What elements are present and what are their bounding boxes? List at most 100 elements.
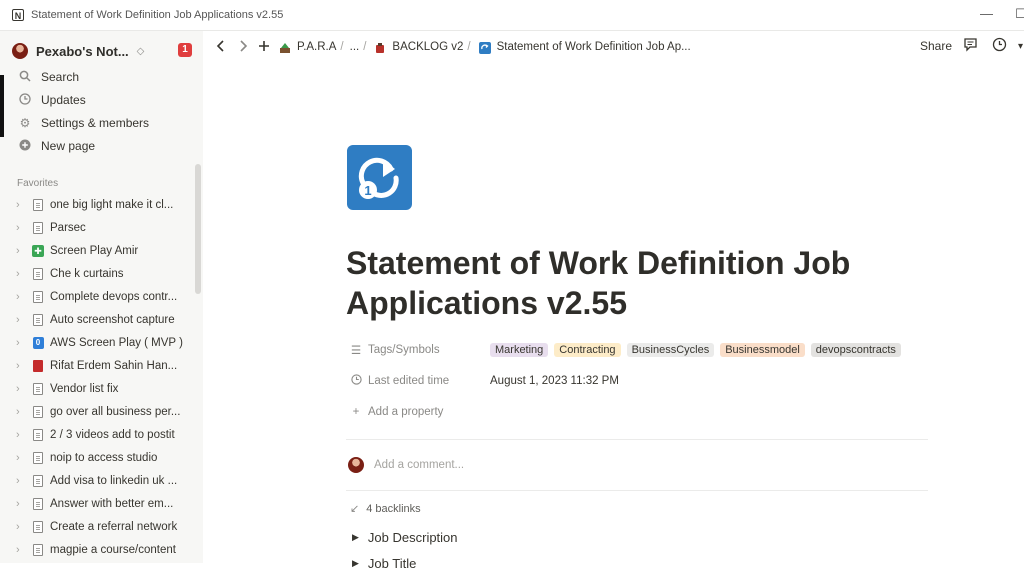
breadcrumb-separator: / [363, 41, 367, 53]
comment-placeholder[interactable]: Add a comment... [374, 459, 464, 471]
chevron-right-icon[interactable]: › [16, 383, 26, 395]
sidebar-favorite-item[interactable]: › Che k curtains [16, 263, 191, 285]
toggle-triangle-icon[interactable]: ▶ [352, 532, 359, 543]
property-name: ☰ Tags/Symbols [350, 343, 490, 357]
toggle-triangle-icon[interactable]: ▶ [352, 558, 359, 569]
comments-icon[interactable] [963, 37, 978, 55]
forward-icon[interactable] [238, 39, 248, 56]
chevron-right-icon[interactable]: › [16, 245, 26, 257]
background-window-edge [0, 75, 4, 137]
sidebar-scrollbar[interactable] [195, 164, 201, 294]
sidebar-favorite-label: noip to access studio [50, 452, 158, 464]
more-chevron-icon[interactable]: ▾ [1018, 41, 1023, 52]
add-page-icon[interactable] [258, 39, 270, 56]
sidebar-favorite-item[interactable]: › Vendor list fix [16, 378, 191, 400]
sidebar-item-settings[interactable]: ⚙ Settings & members [18, 112, 149, 134]
chevron-right-icon[interactable]: › [16, 337, 26, 349]
chevron-right-icon[interactable]: › [16, 406, 26, 418]
chevron-right-icon[interactable]: › [16, 498, 26, 510]
plus-icon: + [352, 406, 360, 418]
chevron-right-icon[interactable]: › [16, 268, 26, 280]
book-icon [31, 359, 45, 373]
screenplay-icon: ✚ [31, 244, 45, 258]
sidebar-favorite-label: Vendor list fix [50, 383, 119, 395]
sidebar-favorite-item[interactable]: › Auto screenshot capture [16, 309, 191, 331]
sidebar-favorite-item[interactable]: › Answer with better em... [16, 493, 191, 515]
edited-value: August 1, 2023 11:32 PM [490, 375, 619, 387]
divider [346, 490, 928, 491]
sidebar-favorite-item[interactable]: › magpie a course/content [16, 539, 191, 561]
sidebar-favorite-item[interactable]: › Add visa to linkedin uk ... [16, 470, 191, 492]
plus-circle-icon [18, 139, 32, 154]
back-icon[interactable] [216, 39, 226, 56]
minimize-button[interactable]: — [980, 6, 993, 21]
workspace-avatar [12, 43, 28, 59]
add-property-button[interactable]: + Add a property [350, 401, 490, 423]
backlinks-count: 4 backlinks [366, 502, 421, 515]
sidebar-favorite-item[interactable]: › 2 / 3 videos add to postit [16, 424, 191, 446]
sidebar-favorite-label: Auto screenshot capture [50, 314, 175, 326]
tag-chip[interactable]: Marketing [490, 343, 549, 357]
sidebar-favorite-item[interactable]: › go over all business per... [16, 401, 191, 423]
chevron-right-icon[interactable]: › [16, 521, 26, 533]
breadcrumb-current-page[interactable]: Statement of Work Definition Job Ap... [497, 41, 691, 53]
favorites-heading: Favorites [17, 178, 59, 189]
notification-badge[interactable]: 1 [178, 43, 192, 57]
toggle-job-description[interactable]: ▶ Job Description [352, 530, 458, 545]
history-icon[interactable] [992, 37, 1007, 55]
page-icon [31, 474, 45, 488]
page-icon [31, 290, 45, 304]
property-tags-row[interactable]: ☰ Tags/Symbols Marketing Contracting Busin… [350, 339, 907, 361]
breadcrumb-backlog[interactable]: BACKLOG v2 [392, 41, 463, 53]
tag-chip[interactable]: Contracting [554, 343, 621, 357]
property-edited-row[interactable]: Last edited time August 1, 2023 11:32 PM [350, 370, 619, 392]
page-icon [31, 221, 45, 235]
window-title: Statement of Work Definition Job Applica… [31, 9, 284, 21]
tag-chip[interactable]: devopscontracts [810, 343, 901, 357]
sidebar-favorite-label: Che k curtains [50, 268, 124, 280]
chevron-right-icon[interactable]: › [16, 544, 26, 556]
sidebar-item-search[interactable]: Search [18, 66, 79, 88]
maximize-button[interactable]: ☐ [1015, 6, 1024, 22]
sidebar-favorite-label: Screen Play Amir [50, 245, 139, 257]
chevron-right-icon[interactable]: › [16, 429, 26, 441]
sidebar-favorite-item[interactable]: › Create a referral network [16, 516, 191, 538]
chevron-right-icon[interactable]: › [16, 475, 26, 487]
page-title[interactable]: Statement of Work Definition Job Applica… [346, 243, 946, 323]
sidebar-favorite-item[interactable]: › one big light make it cl... [16, 194, 191, 216]
sidebar-item-new-page[interactable]: New page [18, 135, 95, 157]
sidebar-favorite-item[interactable]: › ✚ Screen Play Amir [16, 240, 191, 262]
breadcrumb-separator: / [467, 41, 471, 53]
sidebar-favorite-label: Create a referral network [50, 521, 178, 533]
sidebar-item-updates[interactable]: Updates [18, 89, 86, 111]
share-button[interactable]: Share [920, 39, 952, 53]
sidebar-favorite-item[interactable]: › Complete devops contr... [16, 286, 191, 308]
clock-icon [18, 92, 32, 108]
chevron-right-icon[interactable]: › [16, 452, 26, 464]
tag-chip[interactable]: BusinessCycles [626, 343, 715, 357]
sidebar-favorite-item[interactable]: › Parsec [16, 217, 191, 239]
sidebar-favorite-item[interactable]: › Rifat Erdem Sahin Han... [16, 355, 191, 377]
gear-icon: ⚙ [19, 116, 31, 130]
breadcrumb-separator: / [340, 41, 344, 53]
comment-input[interactable]: Add a comment... [348, 457, 464, 473]
sidebar-item-label: New page [41, 139, 96, 153]
workspace-switcher[interactable]: Pexabo's Not... ◇ 1 [12, 39, 194, 63]
chevron-right-icon[interactable]: › [16, 291, 26, 303]
sidebar-favorite-item[interactable]: › noip to access studio [16, 447, 191, 469]
tag-chip[interactable]: Businessmodel [720, 343, 805, 357]
backlinks-button[interactable]: ↙ 4 backlinks [350, 502, 421, 516]
breadcrumb-ellipsis[interactable]: ... [350, 41, 360, 53]
chevron-right-icon[interactable]: › [16, 222, 26, 234]
property-name: Last edited time [350, 374, 490, 388]
toggle-job-title[interactable]: ▶ Job Title [352, 556, 416, 571]
page-icon-repeat-once[interactable]: 1 [347, 145, 412, 210]
page-icon [31, 313, 45, 327]
chevron-right-icon[interactable]: › [16, 360, 26, 372]
svg-text:1: 1 [364, 183, 371, 198]
chevron-right-icon[interactable]: › [16, 314, 26, 326]
sidebar-favorite-item[interactable]: › 0 AWS Screen Play ( MVP ) [16, 332, 191, 354]
chevron-right-icon[interactable]: › [16, 199, 26, 211]
page-icon [31, 267, 45, 281]
breadcrumb-para[interactable]: P.A.R.A [297, 41, 336, 53]
